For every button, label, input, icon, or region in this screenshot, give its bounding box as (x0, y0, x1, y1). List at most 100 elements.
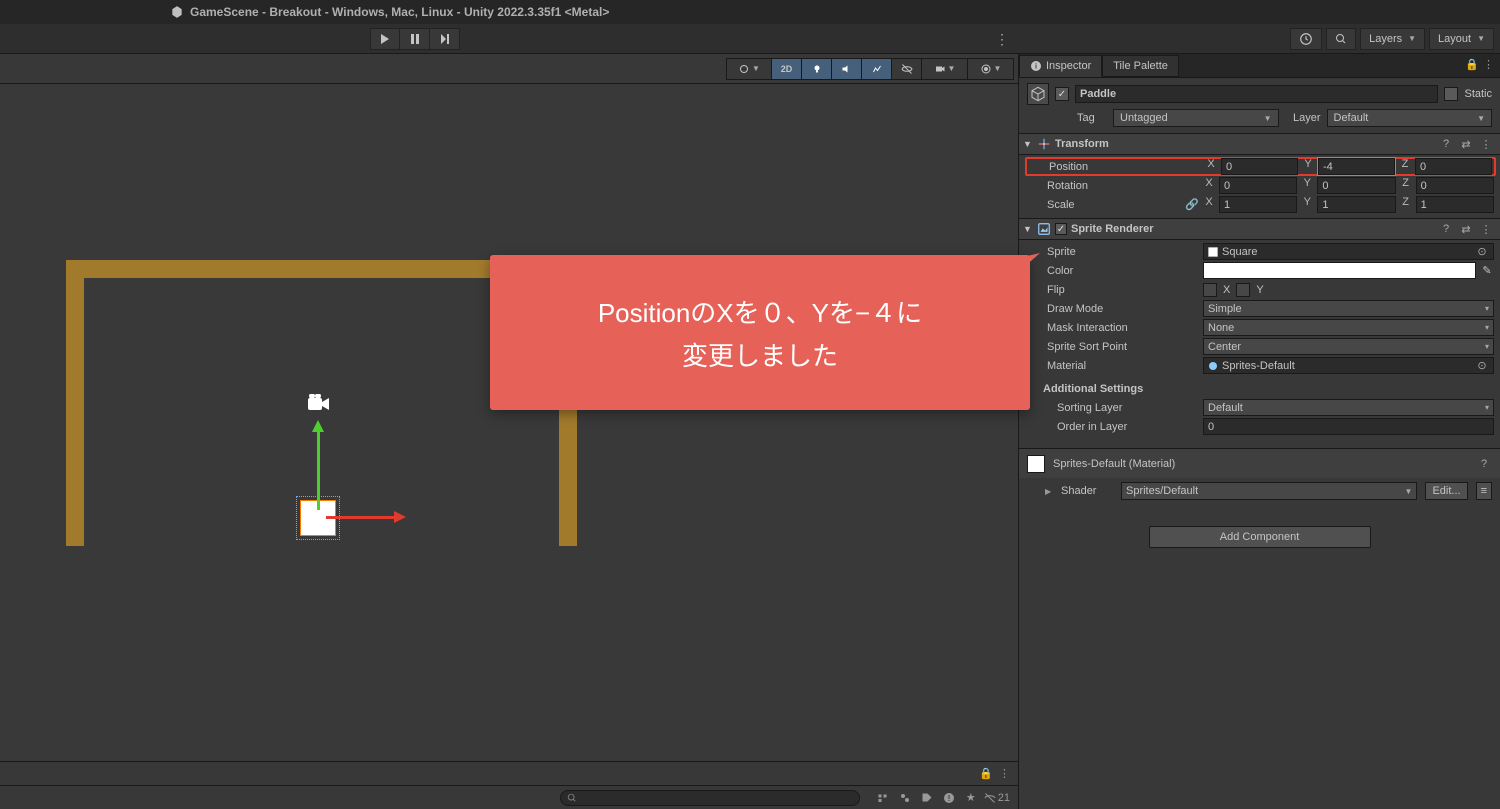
position-z-input[interactable]: 0 (1415, 158, 1492, 175)
scene-fx-toggle[interactable] (862, 58, 892, 80)
transform-header[interactable]: ▼ Transform ? ⇄ ⋮ (1019, 133, 1500, 155)
active-toggle[interactable] (1055, 87, 1069, 101)
gameobject-icon[interactable] (1027, 83, 1049, 105)
object-name-input[interactable]: Paddle (1075, 85, 1438, 103)
object-picker-icon[interactable]: ⊙ (1475, 245, 1489, 259)
draw-mode-dropdown[interactable]: Simple▾ (1203, 300, 1494, 317)
position-x-input[interactable]: 0 (1221, 158, 1298, 175)
callout-pointer-icon (1006, 253, 1040, 283)
scene-gizmos-dropdown[interactable]: ▼ (968, 58, 1014, 80)
preset-icon[interactable]: ⇄ (1458, 223, 1474, 236)
rotation-y-input[interactable]: 0 (1317, 177, 1395, 194)
lock-icon[interactable]: 🔒 (1465, 58, 1479, 71)
camera-gizmo-icon[interactable] (306, 394, 332, 414)
eyedropper-icon[interactable]: ✎ (1480, 264, 1494, 277)
move-gizmo-x-icon[interactable] (326, 516, 402, 519)
order-in-layer-input[interactable]: 0 (1203, 418, 1494, 435)
mask-interaction-dropdown[interactable]: None▾ (1203, 319, 1494, 336)
shader-dropdown[interactable]: Sprites/Default▼ (1121, 482, 1417, 500)
material-header[interactable]: Sprites-Default (Material) ? (1019, 448, 1500, 478)
warning-icon[interactable] (940, 790, 958, 806)
docs-icon[interactable]: ? (1438, 138, 1454, 150)
global-search-button[interactable] (1326, 28, 1356, 50)
flip-y-toggle[interactable] (1236, 283, 1250, 297)
scene-visibility-toggle[interactable] (892, 58, 922, 80)
step-button[interactable] (430, 28, 460, 50)
tab-inspector[interactable]: i Inspector (1019, 55, 1102, 77)
filter-icon[interactable] (874, 790, 892, 806)
filter2-icon[interactable] (896, 790, 914, 806)
edit-shader-button[interactable]: Edit... (1425, 482, 1467, 500)
scene-audio-toggle[interactable] (832, 58, 862, 80)
svg-text:i: i (1035, 64, 1037, 71)
scene-view[interactable] (0, 84, 1018, 761)
lock-icon[interactable]: 🔒 (979, 767, 993, 780)
sprite-renderer-header[interactable]: ▼ Sprite Renderer ? ⇄ ⋮ (1019, 218, 1500, 240)
material-name: Sprites-Default (Material) (1053, 458, 1468, 470)
sprite-field[interactable]: Square⊙ (1203, 243, 1494, 260)
sorting-layer-dropdown[interactable]: Default▾ (1203, 399, 1494, 416)
foldout-icon[interactable]: ▼ (1023, 139, 1033, 149)
rotation-z-input[interactable]: 0 (1416, 177, 1494, 194)
inspector-panel: i Inspector Tile Palette 🔒⋮ Paddle Stati… (1018, 54, 1500, 809)
pause-button[interactable] (400, 28, 430, 50)
scale-y-input[interactable]: 1 (1317, 196, 1395, 213)
shader-menu-icon[interactable]: ≡ (1476, 482, 1492, 500)
undo-history-button[interactable] (1290, 28, 1322, 50)
scene-toolbar: ⋮ ▼ 2D ▼ ▼ (0, 54, 1018, 84)
preset-icon[interactable]: ⇄ (1458, 138, 1474, 151)
titlebar: GameScene - Breakout - Windows, Mac, Lin… (0, 0, 1500, 24)
layer-dropdown[interactable]: Default▼ (1327, 109, 1493, 127)
layers-dropdown[interactable]: Layers▼ (1360, 28, 1425, 50)
scale-label: Scale🔗 (1027, 198, 1199, 211)
tab-tilepalette[interactable]: Tile Palette (1102, 55, 1179, 77)
scale-x-input[interactable]: 1 (1219, 196, 1297, 213)
draw-mode-dropdown[interactable]: ▼ (726, 58, 772, 80)
project-search-input[interactable] (560, 790, 860, 806)
title-text: GameScene - Breakout - Windows, Mac, Lin… (190, 5, 609, 19)
sprite-title: Sprite Renderer (1071, 223, 1434, 235)
play-button[interactable] (370, 28, 400, 50)
layout-dropdown[interactable]: Layout▼ (1429, 28, 1494, 50)
tag-dropdown[interactable]: Untagged▼ (1113, 109, 1279, 127)
foldout-icon[interactable]: ▼ (1023, 224, 1033, 234)
position-row: Position X0 Y-4 Z0 (1025, 157, 1496, 176)
object-picker-icon[interactable]: ⊙ (1475, 359, 1489, 373)
scale-link-icon[interactable]: 🔗 (1185, 198, 1199, 211)
color-field[interactable] (1203, 262, 1476, 279)
material-field[interactable]: Sprites-Default⊙ (1203, 357, 1494, 374)
scene-light-toggle[interactable] (802, 58, 832, 80)
sprite-enabled-toggle[interactable] (1055, 223, 1067, 235)
main-toolbar: Layers▼ Layout▼ (0, 24, 1500, 54)
position-y-input[interactable]: -4 (1318, 158, 1395, 175)
label-icon[interactable] (918, 790, 936, 806)
tag-label: Tag (1077, 112, 1107, 124)
static-toggle[interactable] (1444, 87, 1458, 101)
info-icon: i (1030, 60, 1042, 72)
kebab-icon[interactable]: ⋮ (1478, 138, 1494, 151)
flip-x-toggle[interactable] (1203, 283, 1217, 297)
kebab-icon[interactable]: ⋮ (1483, 58, 1494, 71)
scene-kebab-icon[interactable]: ⋮ (995, 31, 1010, 48)
foldout-icon[interactable]: ▶ (1045, 487, 1053, 496)
move-gizmo-y-icon[interactable] (317, 424, 320, 510)
add-component-button[interactable]: Add Component (1149, 526, 1371, 548)
docs-icon[interactable]: ? (1476, 458, 1492, 470)
scene-status-bar: 🔒 ⋮ (0, 761, 1018, 785)
position-label: Position (1029, 161, 1201, 173)
transform-title: Transform (1055, 138, 1434, 150)
kebab-icon[interactable]: ⋮ (999, 767, 1010, 780)
scene-camera-dropdown[interactable]: ▼ (922, 58, 968, 80)
scale-z-input[interactable]: 1 (1416, 196, 1494, 213)
hidden-icon[interactable]: 21 (984, 790, 1010, 806)
kebab-icon[interactable]: ⋮ (1478, 223, 1494, 236)
star-icon[interactable]: ★ (962, 790, 980, 806)
docs-icon[interactable]: ? (1438, 223, 1454, 235)
layer-label: Layer (1285, 112, 1321, 124)
rotation-x-input[interactable]: 0 (1219, 177, 1297, 194)
shader-label: Shader (1061, 485, 1113, 497)
annotation-callout: PositionのXを０、Yを−４に 変更しました (490, 255, 1030, 410)
play-controls (370, 28, 460, 50)
scene-2d-toggle[interactable]: 2D (772, 58, 802, 80)
sort-point-dropdown[interactable]: Center▾ (1203, 338, 1494, 355)
